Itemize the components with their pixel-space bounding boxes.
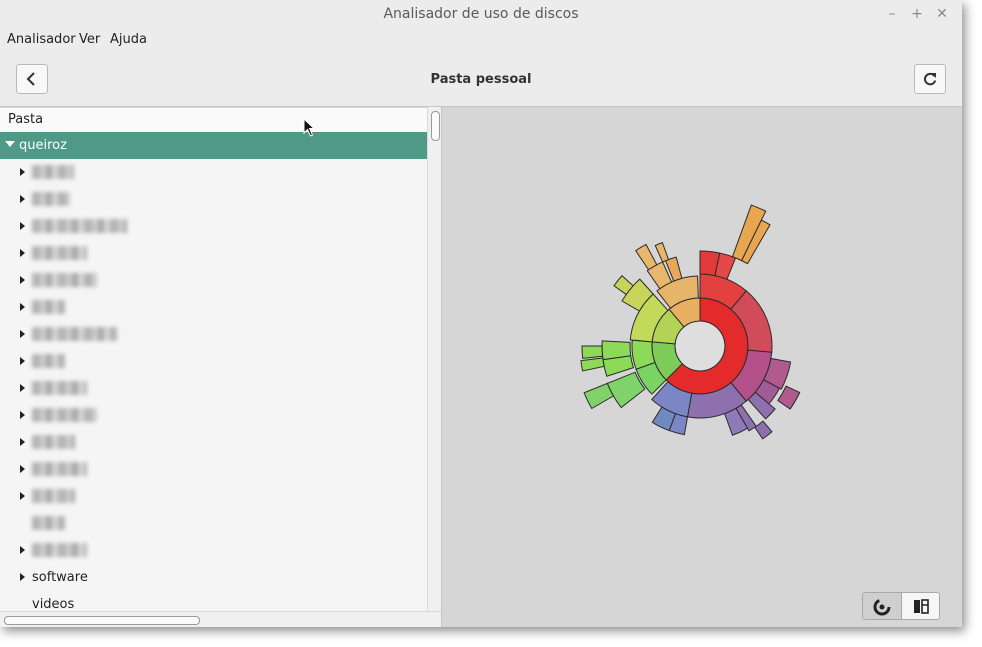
- tree-row[interactable]: [0, 267, 427, 294]
- tree-row-label: software: [32, 570, 88, 585]
- menu-ver[interactable]: Ver: [79, 32, 100, 47]
- tree-row[interactable]: [0, 456, 427, 483]
- refresh-icon: [924, 72, 937, 86]
- expander-right-icon[interactable]: [20, 303, 25, 311]
- tree-row[interactable]: [0, 240, 427, 267]
- expander-right-icon[interactable]: [20, 195, 25, 203]
- ring-segment[interactable]: [581, 345, 604, 359]
- vertical-scrollbar[interactable]: [427, 107, 441, 613]
- expander-right-icon[interactable]: [20, 492, 25, 500]
- tree-row[interactable]: [0, 213, 427, 240]
- expander-right-icon[interactable]: [20, 546, 25, 554]
- horizontal-scrollbar-thumb[interactable]: [4, 616, 200, 625]
- redacted-folder-name: [32, 327, 117, 341]
- redacted-folder-name: [32, 300, 65, 314]
- tree-row[interactable]: [0, 483, 427, 510]
- refresh-button[interactable]: [914, 64, 946, 94]
- menubar: Analisador Ver Ajuda: [0, 28, 962, 52]
- tree-row[interactable]: software: [0, 564, 427, 591]
- redacted-folder-name: [32, 489, 75, 503]
- tree-row[interactable]: [0, 429, 427, 456]
- rings-chart-panel: [442, 107, 962, 627]
- mouse-cursor-icon: [303, 118, 316, 137]
- tree-row[interactable]: [0, 321, 427, 348]
- ring-segment[interactable]: [654, 241, 670, 263]
- ring-segment[interactable]: [634, 243, 658, 271]
- expander-right-icon[interactable]: [20, 465, 25, 473]
- tree-row[interactable]: [0, 186, 427, 213]
- menu-analisador[interactable]: Analisador: [7, 32, 76, 47]
- horizontal-scrollbar[interactable]: [0, 611, 441, 627]
- treemap-icon: [914, 599, 929, 614]
- titlebar: Analisador de uso de discos – + ✕: [0, 0, 962, 28]
- redacted-folder-name: [32, 354, 65, 368]
- expander-right-icon[interactable]: [20, 438, 25, 446]
- column-header-label: Pasta: [8, 112, 44, 127]
- redacted-folder-name: [32, 192, 70, 206]
- tree-row[interactable]: [0, 510, 427, 537]
- expander-right-icon[interactable]: [20, 249, 25, 257]
- redacted-folder-name: [32, 435, 75, 449]
- tree-row[interactable]: [0, 348, 427, 375]
- ring-segment[interactable]: [754, 420, 773, 440]
- window-title: Analisador de uso de discos: [383, 6, 579, 22]
- tree-row[interactable]: [0, 402, 427, 429]
- vertical-scrollbar-thumb[interactable]: [431, 111, 440, 141]
- rings-chart-icon: [873, 598, 891, 616]
- app-window: Analisador de uso de discos – + ✕ Analis…: [0, 0, 962, 627]
- close-button[interactable]: ✕: [932, 4, 952, 24]
- ring-segment[interactable]: [583, 382, 615, 410]
- menu-ajuda[interactable]: Ajuda: [110, 32, 147, 47]
- redacted-folder-name: [32, 516, 65, 530]
- minimize-button[interactable]: –: [882, 4, 902, 24]
- tree-row[interactable]: [0, 375, 427, 402]
- tree-row[interactable]: [0, 537, 427, 564]
- treemap-view-button[interactable]: [901, 593, 939, 619]
- tree-row-label: videos: [32, 597, 75, 612]
- expander-right-icon[interactable]: [20, 222, 25, 230]
- rings-view-button[interactable]: [863, 593, 901, 619]
- expander-down-icon[interactable]: [5, 141, 15, 147]
- ring-segment[interactable]: [580, 357, 605, 372]
- redacted-folder-name: [32, 408, 97, 422]
- ring-segment[interactable]: [601, 340, 632, 361]
- tree-row[interactable]: [0, 159, 427, 186]
- redacted-folder-name: [32, 462, 87, 476]
- expander-right-icon[interactable]: [20, 384, 25, 392]
- expander-right-icon[interactable]: [20, 330, 25, 338]
- expander-right-icon[interactable]: [20, 573, 25, 581]
- expander-right-icon[interactable]: [20, 357, 25, 365]
- redacted-folder-name: [32, 273, 97, 287]
- tree-row-label: queiroz: [19, 138, 67, 153]
- redacted-folder-name: [32, 381, 87, 395]
- folder-tree-panel: Pasta queiroz software videos: [0, 107, 442, 627]
- redacted-folder-name: [32, 165, 74, 179]
- redacted-folder-name: [32, 246, 87, 260]
- expander-right-icon[interactable]: [20, 411, 25, 419]
- tree-row[interactable]: [0, 294, 427, 321]
- maximize-button[interactable]: +: [907, 4, 927, 24]
- tree-row-root[interactable]: queiroz: [0, 132, 427, 159]
- expander-right-icon[interactable]: [20, 276, 25, 284]
- redacted-folder-name: [32, 543, 87, 557]
- view-switcher: [862, 592, 940, 620]
- toolbar: Pasta pessoal: [0, 52, 962, 107]
- expander-right-icon[interactable]: [20, 168, 25, 176]
- rings-chart[interactable]: [442, 107, 962, 627]
- redacted-folder-name: [32, 219, 127, 233]
- location-title: Pasta pessoal: [430, 72, 532, 87]
- column-header-pasta[interactable]: Pasta: [0, 107, 427, 133]
